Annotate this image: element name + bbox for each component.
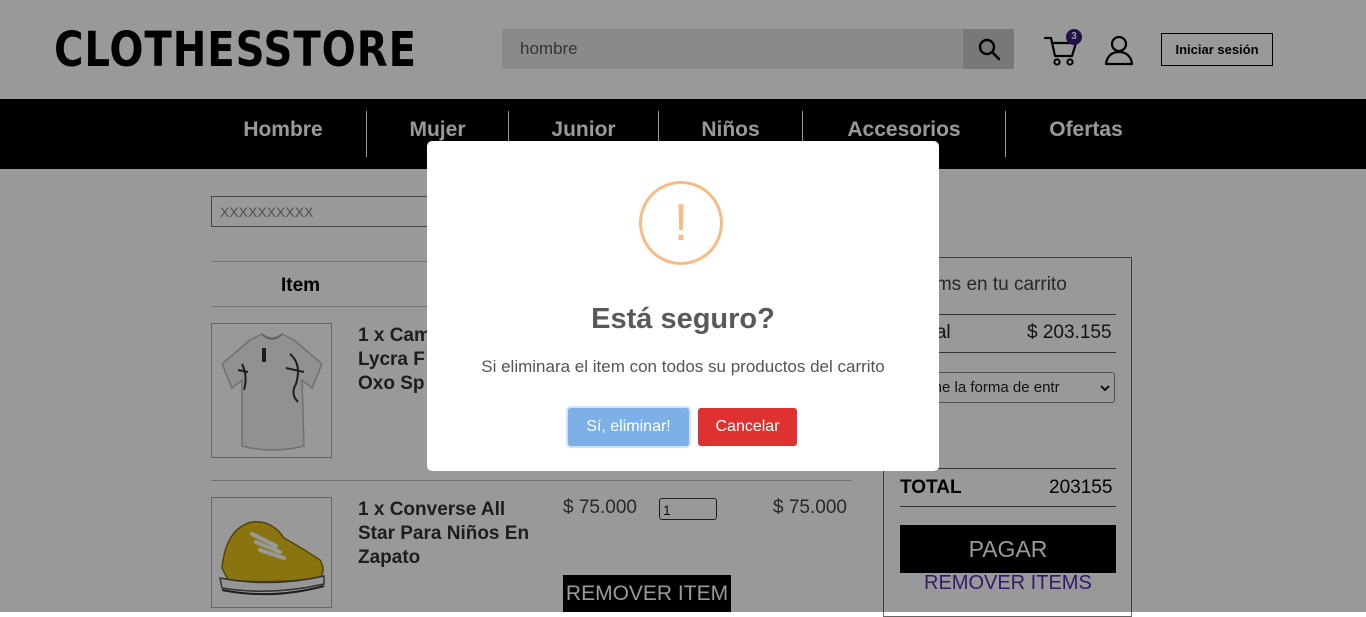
warning-icon: ! [639,181,723,265]
store-page: CLOTHESSTORE 3 Iniciar sesión Hombre Muj… [0,0,1366,617]
warning-icon-glyph: ! [673,194,689,252]
confirm-delete-dialog: ! Está seguro? Si eliminara el item con … [427,141,939,471]
dialog-message: Si eliminara el item con todos su produc… [481,357,885,376]
confirm-delete-button[interactable]: Sí, eliminar! [568,408,689,446]
cancel-button[interactable]: Cancelar [698,408,797,446]
dialog-title: Está seguro? [591,303,775,335]
